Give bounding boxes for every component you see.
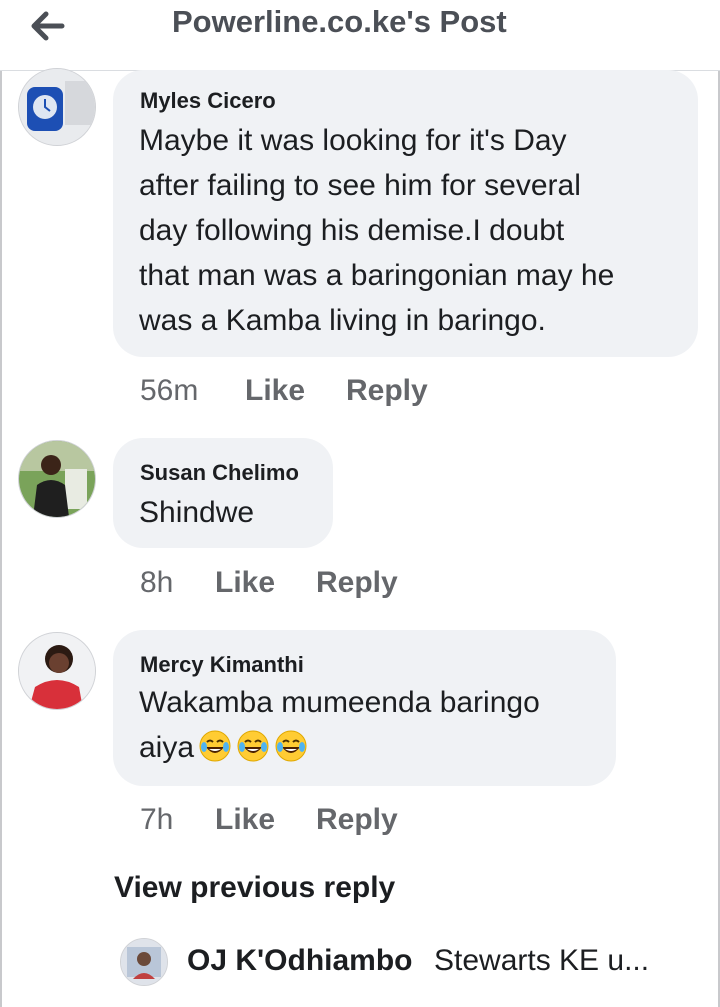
reply-preview[interactable]: OJ K'Odhiambo Stewarts KE u...: [120, 938, 710, 988]
comment-text-line: was a Kamba living in baringo.: [139, 304, 546, 337]
comment-author[interactable]: Mercy Kimanthi: [140, 652, 304, 678]
comment-text-line: day following his demise.I doubt: [139, 214, 565, 247]
view-previous-reply-link[interactable]: View previous reply: [114, 871, 395, 905]
comment-timestamp: 56m: [140, 374, 199, 407]
reply-button[interactable]: Reply: [346, 374, 428, 408]
avatar[interactable]: [18, 440, 96, 518]
like-button[interactable]: Like: [245, 374, 305, 408]
comment-timestamp: 8h: [140, 566, 174, 599]
comment-text-line: Wakamba mumeenda baringo: [139, 686, 540, 719]
reply-button[interactable]: Reply: [316, 803, 398, 837]
comment-author[interactable]: Susan Chelimo: [140, 460, 299, 486]
left-edge: [0, 0, 2, 1007]
back-button[interactable]: [22, 6, 72, 46]
comment-timestamp: 7h: [140, 803, 174, 836]
header-bar: Powerline.co.ke's Post: [0, 0, 720, 71]
avatar[interactable]: [18, 68, 96, 146]
avatar[interactable]: [18, 632, 96, 710]
like-button[interactable]: Like: [215, 803, 275, 837]
tears-of-joy-emoji: [275, 730, 307, 762]
comment-author[interactable]: Myles Cicero: [140, 88, 276, 114]
tears-of-joy-emoji: [237, 730, 269, 762]
arrow-left-icon: [31, 11, 65, 41]
page-title: Powerline.co.ke's Post: [172, 4, 507, 39]
comment-text-line: that man was a baringonian may he: [139, 259, 615, 292]
reply-text: Stewarts KE u...: [434, 944, 650, 977]
comment-text-line: Shindwe: [139, 496, 255, 529]
like-button[interactable]: Like: [215, 566, 275, 600]
reply-author: OJ K'Odhiambo: [187, 944, 413, 977]
tears-of-joy-emoji: [199, 730, 231, 762]
reply-button[interactable]: Reply: [316, 566, 398, 600]
comment-text-line: Maybe it was looking for it's Day: [139, 124, 567, 157]
avatar: [120, 938, 168, 986]
comment-text-line: aiya: [139, 725, 308, 770]
comment-text-line: after failing to see him for several: [139, 169, 581, 202]
